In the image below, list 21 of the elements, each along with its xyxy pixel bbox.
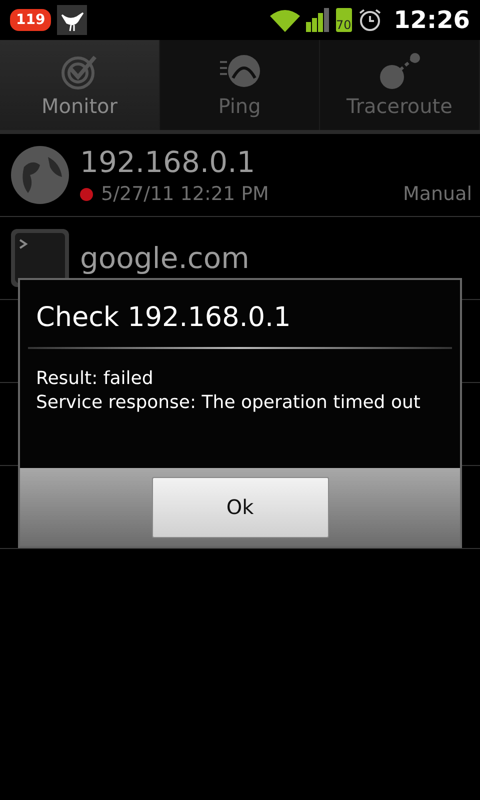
- host-name: 192.168.0.1: [80, 145, 256, 179]
- tab[interactable]: Ping: [160, 40, 320, 130]
- battery-level: 70: [336, 8, 352, 32]
- ok-button[interactable]: Ok: [152, 476, 328, 538]
- dialog-title: Check 192.168.0.1: [35, 301, 292, 335]
- clock-time: 12:26: [394, 6, 470, 34]
- tab[interactable]: Monitor: [0, 40, 160, 130]
- check-mode: Manual: [402, 183, 472, 205]
- ping-gauge-icon: [218, 52, 262, 90]
- tab[interactable]: Traceroute: [320, 40, 480, 130]
- globe-icon: [10, 145, 70, 205]
- dialog-message: Result: failed: [36, 367, 154, 391]
- signal-icon: [306, 8, 330, 32]
- wifi-icon: [270, 8, 300, 32]
- traceroute-icon: [378, 52, 422, 90]
- alarm-clock-icon: [358, 8, 382, 32]
- host-name: google.com: [80, 241, 250, 275]
- dialog-message: Service response: The operation timed out: [36, 391, 422, 415]
- bird-icon: [57, 5, 88, 35]
- notification-count: 119: [10, 9, 52, 31]
- check-time: 5/27/11 12:21 PM: [101, 183, 269, 205]
